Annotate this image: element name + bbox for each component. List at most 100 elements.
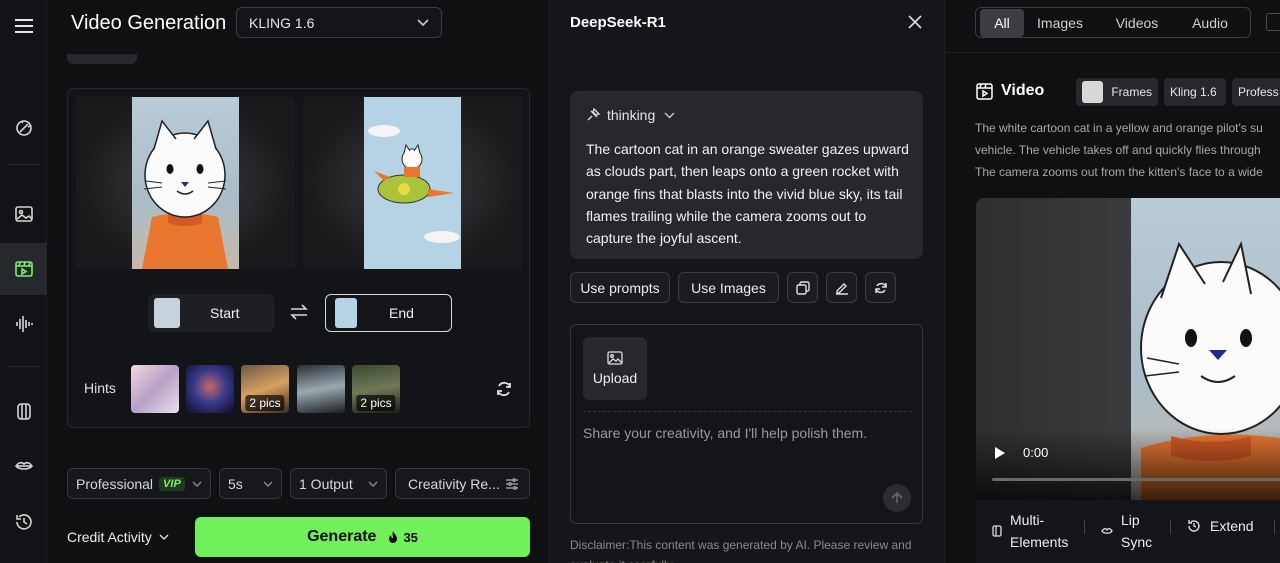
prompt-input[interactable]: Share your creativity, and I'll help pol… [583,425,867,441]
left-rail [0,0,47,563]
copy-icon [795,280,810,295]
end-label: End [389,305,414,321]
arrow-up-icon [891,492,903,503]
bulb-icon [587,108,600,121]
assistant-response: thinking The cartoon cat in an orange sw… [570,91,923,259]
rail-lips[interactable] [0,440,47,492]
rail-explore[interactable] [0,102,47,154]
rail-audio[interactable] [0,298,47,350]
refresh-hints-button[interactable] [495,380,513,398]
chip-frames-label: Frames [1111,85,1152,99]
lip-sync-label: Lip [1121,512,1140,528]
mode-value: Professional [76,475,154,492]
tab-images[interactable]: Images [1024,9,1096,37]
hint-thumb[interactable] [131,365,179,413]
mode-select[interactable]: Professional VIP [67,468,211,499]
multi-elements-button[interactable]: Multi- Elements [992,509,1068,553]
disclaimer: Disclaimer:This content was generated by… [570,538,912,563]
video-progress[interactable] [992,478,1280,481]
select-all-checkbox[interactable] [1266,13,1280,31]
play-icon [995,447,1005,459]
refresh-icon [497,381,511,397]
pics-badge: 2 pics [245,395,285,411]
duration-value: 5s [228,475,243,492]
output-count-select[interactable]: 1 Output [290,468,387,499]
rocket-cat-illustration [368,125,460,243]
thinking-label: thinking [607,107,656,123]
edit-button[interactable] [826,272,857,303]
pencil-icon [835,282,848,295]
collapsed-tab[interactable] [67,54,137,64]
credit-activity-button[interactable]: Credit Activity [67,529,169,545]
rail-history[interactable] [0,496,47,548]
duration-select[interactable]: 5s [219,468,282,499]
history-icon [15,514,32,530]
video-actions: Multi- Elements Lip Sync Extend [976,500,1280,563]
start-frame-image[interactable] [76,97,295,269]
description-line: The camera zooms out from the kitten's f… [975,165,1263,179]
image-upload-icon [607,351,623,365]
tab-all[interactable]: All [980,8,1024,37]
lip-sync-button[interactable]: Lip Sync [1101,509,1152,553]
upload-label: Upload [592,370,638,386]
extend-button[interactable]: Extend [1186,518,1254,534]
chip-frames[interactable]: Frames [1076,78,1158,106]
video-icon [976,82,993,100]
chip-model[interactable]: Kling 1.6 [1164,78,1226,106]
library-tabs: All Images Videos Audio [975,7,1251,38]
copy-button[interactable] [787,272,818,303]
model-select[interactable]: KLING 1.6 [236,7,442,38]
output-count-value: 1 Output [299,475,353,492]
play-button[interactable] [994,447,1006,459]
multi-elements-label: Elements [1010,534,1069,550]
hint-thumb[interactable] [186,365,234,413]
lips-icon [14,461,33,470]
send-button[interactable] [883,484,911,512]
chevron-down-icon [192,481,202,487]
video-time: 0:00 [1023,445,1049,460]
end-thumb [335,298,357,328]
video-icon [14,261,33,277]
credit-cost: 35 [403,529,418,545]
hamburger-icon [14,19,33,33]
start-label: Start [210,305,240,321]
use-prompts-button[interactable]: Use prompts [570,272,670,303]
close-icon [908,15,922,29]
flame-icon [389,530,398,543]
response-text: The cartoon cat in an orange sweater gaz… [586,141,909,247]
lip-sync-label: Sync [1121,534,1153,550]
extend-label: Extend [1210,518,1254,534]
upload-button[interactable]: Upload [583,337,647,400]
hint-thumb[interactable] [297,365,345,413]
description-line: vehicle. The vehicle takes off and quick… [975,143,1261,157]
hint-thumb[interactable]: 2 pics [352,365,400,413]
regenerate-button[interactable] [865,272,896,303]
thinking-toggle[interactable]: thinking [586,107,675,123]
hint-thumb[interactable]: 2 pics [241,365,289,413]
swap-arrows-icon [290,304,308,320]
compose-box: Upload Share your creativity, and I'll h… [570,324,923,524]
chip-mode[interactable]: Profess [1232,78,1280,106]
rail-assets[interactable] [0,385,47,437]
model-select-value: KLING 1.6 [249,14,315,31]
menu-button[interactable] [0,0,47,52]
rail-image[interactable] [0,188,47,240]
end-frame-image[interactable] [303,97,522,269]
use-images-button[interactable]: Use Images [678,272,779,303]
rail-video[interactable] [0,243,47,295]
video-player[interactable]: 0:00 [976,198,1280,500]
creativity-settings[interactable]: Creativity Re... [395,468,530,499]
tab-audio[interactable]: Audio [1178,9,1242,37]
hints-label: Hints [84,380,116,396]
close-button[interactable] [908,15,922,29]
swap-button[interactable] [289,303,309,321]
start-frame-button[interactable]: Start [148,294,274,332]
tab-videos[interactable]: Videos [1096,9,1178,37]
chevron-down-icon [263,481,273,487]
generate-label: Generate [307,528,377,545]
assistant-panel: DeepSeek-R1 thinking The cartoon cat in … [550,0,945,563]
end-frame-button[interactable]: End [325,294,452,332]
generate-button[interactable]: Generate 35 [195,517,530,557]
frames-thumb [1082,81,1104,103]
lips-icon [1101,527,1113,534]
